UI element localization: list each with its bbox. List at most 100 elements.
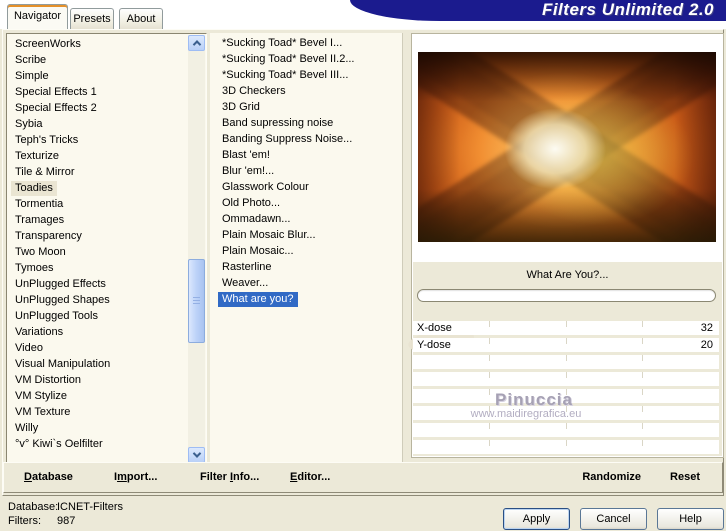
watermark-name: Pinuccia — [495, 390, 573, 409]
database-status-label: Database: — [8, 501, 59, 513]
filter-item[interactable]: *Sucking Toad* Bevel II.2... — [210, 51, 402, 67]
filter-item-label: Banding Suppress Noise... — [222, 133, 353, 145]
category-item-label: VM Stylize — [15, 390, 67, 402]
category-item[interactable]: Willy — [7, 420, 206, 436]
category-item[interactable]: Texturize — [7, 148, 206, 164]
category-item[interactable]: ScreenWorks — [7, 36, 206, 52]
category-item[interactable]: Teph's Tricks — [7, 132, 206, 148]
database-button[interactable]: Database — [24, 471, 73, 483]
category-item[interactable]: Tile & Mirror — [7, 164, 206, 180]
category-item[interactable]: °v° Kiwi`s Oelfilter — [7, 436, 206, 452]
filter-item[interactable]: Rasterline — [210, 259, 402, 275]
category-item[interactable]: VM Distortion — [7, 372, 206, 388]
category-item[interactable]: Special Effects 2 — [7, 100, 206, 116]
category-item-label: Special Effects 1 — [15, 86, 97, 98]
filters-count-label: Filters: — [8, 515, 41, 527]
category-item[interactable]: Transparency — [7, 228, 206, 244]
reset-button[interactable]: Reset — [670, 471, 700, 483]
category-item-label: Texturize — [15, 150, 60, 162]
filter-item[interactable]: 3D Checkers — [210, 83, 402, 99]
category-item[interactable]: Video — [7, 340, 206, 356]
chevron-down-icon — [192, 449, 201, 458]
cancel-button[interactable]: Cancel — [580, 508, 647, 530]
category-item[interactable]: Scribe — [7, 52, 206, 68]
category-item[interactable]: Variations — [7, 324, 206, 340]
tab-about-label: About — [126, 13, 156, 25]
editor-button[interactable]: Editor... — [290, 471, 330, 483]
filter-item-label: What are you? — [218, 292, 298, 307]
filter-item[interactable]: What are you? — [210, 291, 402, 307]
filter-list[interactable]: *Sucking Toad* Bevel I... *Sucking Toad*… — [210, 33, 403, 465]
category-item[interactable]: Visual Manipulation — [7, 356, 206, 372]
category-item[interactable]: Tymoes — [7, 260, 206, 276]
category-item[interactable]: UnPlugged Shapes — [7, 292, 206, 308]
apply-button[interactable]: Apply — [503, 508, 570, 530]
tab-about[interactable]: About — [119, 8, 163, 29]
filter-info-button-post: nfo... — [233, 471, 260, 483]
filter-info-button[interactable]: Filter Info... — [200, 471, 259, 483]
header-strip: Filters Unlimited 2.0 Navigator Presets … — [0, 0, 726, 29]
filter-item[interactable]: Banding Suppress Noise... — [210, 131, 402, 147]
filter-item-label: Weaver... — [222, 277, 269, 289]
filter-item-label: Ommadawn... — [222, 213, 291, 225]
filter-item[interactable]: Blast 'em! — [210, 147, 402, 163]
filter-item-label: 3D Checkers — [222, 85, 286, 97]
scrollbar-track[interactable] — [188, 51, 205, 447]
slider-y-dose-value: 20 — [700, 339, 713, 351]
category-item-label: UnPlugged Tools — [15, 310, 98, 322]
randomize-button[interactable]: Randomize — [582, 471, 641, 483]
slider-empty-row — [413, 355, 719, 369]
category-item[interactable]: Special Effects 1 — [7, 84, 206, 100]
category-item-label: Tile & Mirror — [15, 166, 75, 178]
category-item-label: Sybia — [15, 118, 43, 130]
tab-presets[interactable]: Presets — [70, 8, 114, 29]
category-item[interactable]: Two Moon — [7, 244, 206, 260]
filter-item-label: Glasswork Colour — [222, 181, 309, 193]
category-list[interactable]: ScreenWorks Scribe Simple Special Effect… — [6, 33, 207, 465]
slider-x-dose[interactable]: X-dose 32 — [413, 321, 719, 335]
slider-empty-row — [413, 440, 719, 454]
category-item[interactable]: Tormentia — [7, 196, 206, 212]
category-item[interactable]: VM Stylize — [7, 388, 206, 404]
tab-navigator[interactable]: Navigator — [7, 4, 68, 29]
filter-item-label: Blur 'em!... — [222, 165, 275, 177]
filter-item[interactable]: 3D Grid — [210, 99, 402, 115]
filter-item[interactable]: Plain Mosaic... — [210, 243, 402, 259]
import-button-mnemonic: m — [117, 471, 127, 483]
filter-item[interactable]: *Sucking Toad* Bevel I... — [210, 35, 402, 51]
filter-item[interactable]: Blur 'em!... — [210, 163, 402, 179]
filter-item[interactable]: Ommadawn... — [210, 211, 402, 227]
import-button[interactable]: Import... — [114, 471, 157, 483]
category-item[interactable]: Toadies — [7, 180, 206, 196]
scrollbar-grip-icon — [193, 297, 200, 306]
tab-presets-label: Presets — [73, 13, 111, 25]
filter-item[interactable]: Band supressing noise — [210, 115, 402, 131]
category-item[interactable]: VM Texture — [7, 404, 206, 420]
category-item-label: Special Effects 2 — [15, 102, 97, 114]
scrollbar-thumb[interactable] — [188, 259, 205, 343]
filter-item-label: Band supressing noise — [222, 117, 334, 129]
category-item[interactable]: Sybia — [7, 116, 206, 132]
category-item[interactable]: Tramages — [7, 212, 206, 228]
watermark-url: www.maidiregrafica.eu — [470, 408, 582, 420]
filter-item-label: Plain Mosaic... — [222, 245, 294, 257]
category-item[interactable]: UnPlugged Effects — [7, 276, 206, 292]
category-item[interactable]: Simple — [7, 68, 206, 84]
app-title: Filters Unlimited 2.0 — [541, 0, 714, 19]
category-item-label: °v° Kiwi`s Oelfilter — [15, 438, 103, 450]
filter-item[interactable]: *Sucking Toad* Bevel III... — [210, 67, 402, 83]
filter-item[interactable]: Plain Mosaic Blur... — [210, 227, 402, 243]
filter-item-label: *Sucking Toad* Bevel III... — [222, 69, 349, 81]
filter-item[interactable]: Glasswork Colour — [210, 179, 402, 195]
filter-item[interactable]: Weaver... — [210, 275, 402, 291]
scroll-down-button[interactable] — [188, 447, 205, 463]
slider-y-dose[interactable]: Y-dose 20 — [413, 338, 719, 352]
category-item-label: Toadies — [11, 181, 57, 196]
help-button[interactable]: Help — [657, 508, 724, 530]
category-item[interactable]: UnPlugged Tools — [7, 308, 206, 324]
category-list-scrollbar[interactable] — [188, 35, 205, 463]
scroll-up-button[interactable] — [188, 35, 205, 51]
import-button-post: port... — [126, 471, 158, 483]
filter-item-label: Blast 'em! — [222, 149, 270, 161]
filter-item[interactable]: Old Photo... — [210, 195, 402, 211]
